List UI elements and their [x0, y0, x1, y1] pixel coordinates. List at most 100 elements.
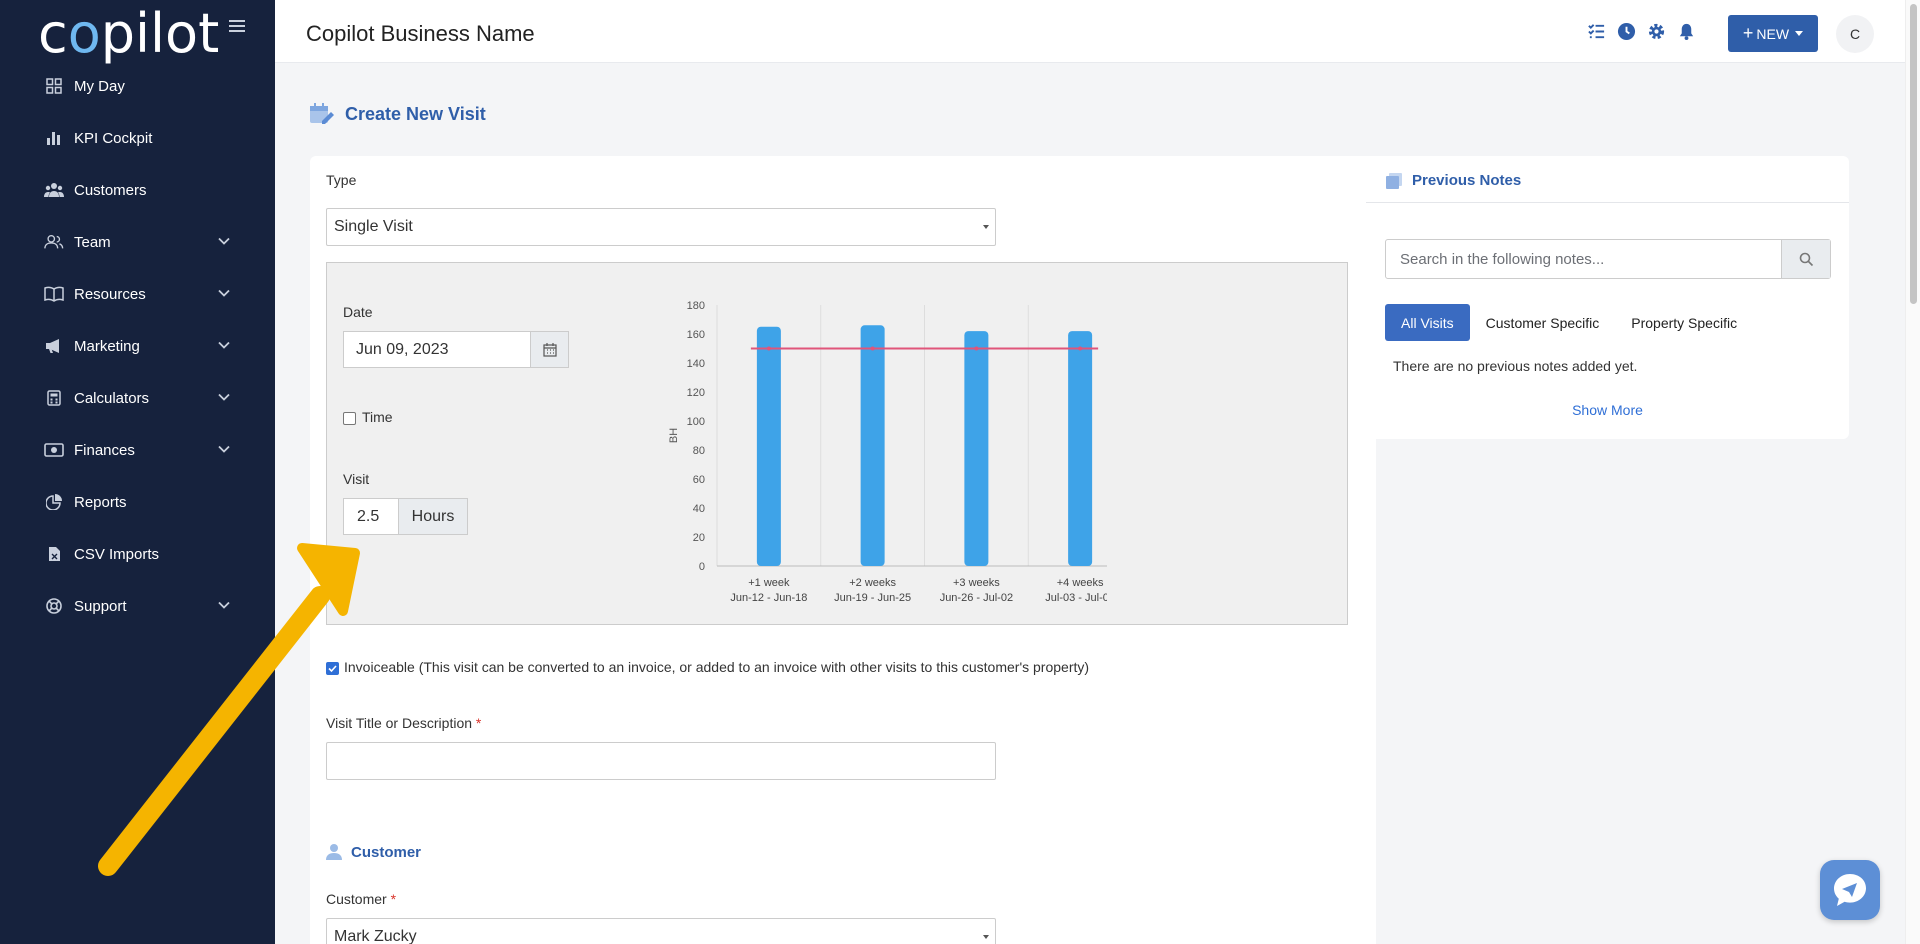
x-tick-sublabel: Jul-03 - Jul-09 — [1045, 592, 1107, 604]
bar — [964, 331, 989, 566]
y-axis-label: BH — [668, 428, 680, 443]
y-tick-label: 120 — [687, 387, 705, 399]
sidebar-item-label: Support — [74, 597, 127, 615]
tab-property-specific[interactable]: Property Specific — [1615, 304, 1753, 341]
sidebar-item-resources[interactable]: Resources — [0, 268, 275, 320]
y-tick-label: 180 — [687, 300, 705, 312]
notes-search-button[interactable] — [1781, 240, 1830, 278]
date-input[interactable]: Jun 09, 2023 — [343, 331, 531, 368]
visit-title-label: Visit Title or Description * — [326, 715, 482, 731]
invoiceable-label: Invoiceable (This visit can be converted… — [344, 659, 1090, 675]
notes-tabs: All Visits Customer Specific Property Sp… — [1385, 304, 1753, 341]
visit-hours-input[interactable]: 2.5 — [343, 498, 399, 535]
caret-down-icon — [1795, 31, 1804, 36]
target-point — [766, 346, 771, 351]
sidebar-item-team[interactable]: Team — [0, 216, 275, 268]
lifebuoy-icon — [44, 596, 64, 616]
x-tick-label: +2 weeks — [849, 577, 896, 589]
page-scrollbar[interactable] — [1905, 0, 1920, 944]
chevron-down-icon — [218, 289, 230, 297]
chat-widget-button[interactable] — [1820, 860, 1880, 920]
notes-search-input[interactable] — [1386, 240, 1782, 278]
chevron-down-icon — [218, 393, 230, 401]
show-more-link[interactable]: Show More — [1366, 402, 1849, 418]
date-picker-button[interactable] — [530, 331, 569, 368]
sidebar-item-label: Reports — [74, 493, 127, 511]
notes-search — [1385, 239, 1831, 279]
visit-hours-unit: Hours — [398, 498, 468, 535]
search-icon — [1799, 252, 1813, 266]
chat-send-icon — [1834, 874, 1866, 906]
customer-section-title: Customer — [351, 843, 422, 861]
sidebar-item-kpi-cockpit[interactable]: KPI Cockpit — [0, 112, 275, 164]
bell-icon[interactable] — [1677, 22, 1696, 41]
x-tick-label: +4 weeks — [1057, 577, 1104, 589]
sidebar-item-support[interactable]: Support — [0, 580, 275, 632]
y-tick-label: 100 — [687, 416, 705, 428]
y-tick-label: 20 — [693, 532, 705, 544]
type-select[interactable]: Single Visit — [326, 208, 996, 246]
calculator-icon — [44, 388, 64, 408]
visit-label: Visit — [343, 471, 370, 487]
book-icon — [44, 284, 64, 304]
target-point — [1078, 346, 1083, 351]
new-button[interactable]: + NEW — [1728, 15, 1818, 52]
bar-chart-icon — [44, 128, 64, 148]
clock-icon[interactable] — [1617, 22, 1636, 41]
visit-title-input[interactable] — [326, 742, 996, 780]
y-tick-label: 140 — [687, 358, 705, 370]
x-tick-label: +3 weeks — [953, 577, 1000, 589]
user-icon — [326, 844, 342, 860]
sidebar-item-customers[interactable]: Customers — [0, 164, 275, 216]
hamburger-menu-icon[interactable] — [229, 17, 245, 37]
chevron-down-icon — [218, 237, 230, 245]
customer-select-value: Mark Zucky — [334, 928, 417, 944]
empty-notes-message: There are no previous notes added yet. — [1393, 358, 1638, 374]
sidebar-item-label: Finances — [74, 441, 135, 459]
copilot-logo[interactable]: copilot — [38, 2, 219, 65]
bar — [860, 325, 885, 566]
scroll-thumb[interactable] — [1910, 4, 1917, 304]
previous-notes-card: Previous Notes All Visits Customer Speci… — [1366, 156, 1849, 439]
bar — [756, 326, 781, 566]
avatar[interactable]: C — [1836, 15, 1874, 53]
bar — [1068, 331, 1093, 566]
sidebar-item-label: KPI Cockpit — [74, 129, 153, 147]
x-tick-sublabel: Jun-12 - Jun-18 — [730, 592, 807, 604]
previous-notes-title: Previous Notes — [1412, 172, 1522, 189]
y-tick-label: 60 — [693, 474, 705, 486]
checkmark-icon — [328, 665, 337, 673]
type-label: Type — [326, 172, 357, 188]
grid-icon — [44, 76, 64, 96]
chevron-down-icon — [983, 225, 989, 229]
customer-select[interactable]: Mark Zucky — [326, 918, 996, 944]
invoiceable-checkbox[interactable] — [326, 662, 339, 675]
sidebar-item-label: Team — [74, 233, 111, 251]
megaphone-icon — [44, 336, 64, 356]
sidebar-item-marketing[interactable]: Marketing — [0, 320, 275, 372]
sidebar-item-finances[interactable]: Finances — [0, 424, 275, 476]
y-tick-label: 160 — [687, 329, 705, 341]
file-csv-icon — [44, 544, 64, 564]
sidebar-item-calculators[interactable]: Calculators — [0, 372, 275, 424]
tab-all-visits[interactable]: All Visits — [1385, 304, 1470, 341]
tab-customer-specific[interactable]: Customer Specific — [1470, 304, 1616, 341]
pie-chart-icon — [44, 492, 64, 512]
page-title: Create New Visit — [345, 103, 486, 124]
task-list-icon[interactable] — [1587, 22, 1606, 41]
gear-icon[interactable] — [1647, 22, 1666, 41]
sidebar-item-my-day[interactable]: My Day — [0, 60, 275, 112]
sidebar-item-reports[interactable]: Reports — [0, 476, 275, 528]
chevron-down-icon — [218, 445, 230, 453]
business-name: Copilot Business Name — [306, 21, 535, 46]
notes-icon — [1386, 173, 1402, 189]
sidebar-nav: My Day KPI Cockpit Customers Team Resources M… — [0, 60, 275, 632]
sidebar-item-csv-imports[interactable]: CSV Imports — [0, 528, 275, 580]
visit-form-card: Type Single Visit Date Jun 09, 2023 Time… — [310, 156, 1376, 944]
top-bar: Copilot Business Name + NEW C — [275, 0, 1905, 63]
type-select-value: Single Visit — [334, 218, 413, 235]
chevron-down-icon — [218, 601, 230, 609]
customer-label: Customer * — [326, 891, 397, 907]
sidebar-item-label: Calculators — [74, 389, 150, 407]
time-checkbox[interactable] — [343, 412, 356, 425]
